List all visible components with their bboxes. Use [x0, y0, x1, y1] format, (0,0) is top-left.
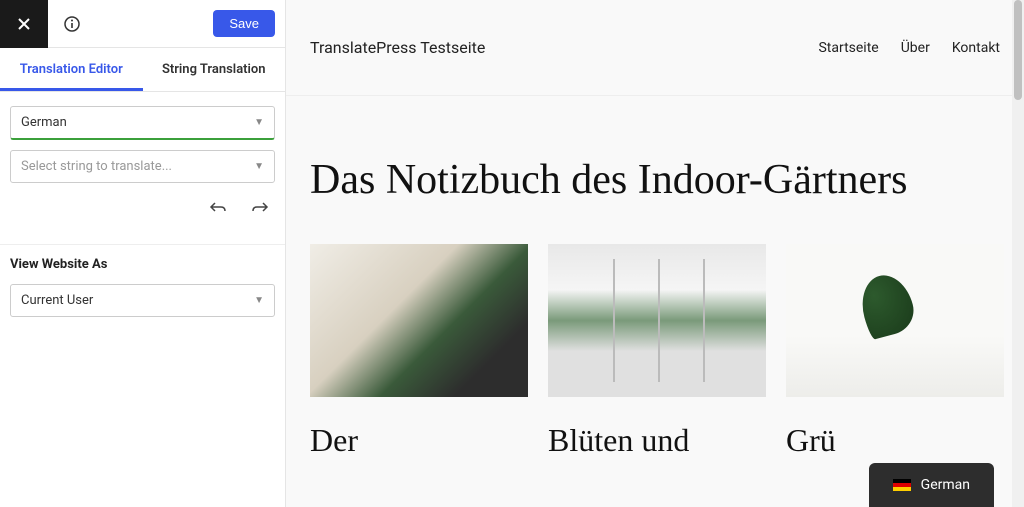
chevron-down-icon: ▼ — [254, 161, 264, 172]
next-string-button[interactable] — [251, 199, 269, 218]
view-as-select[interactable]: Current User ▼ — [10, 284, 275, 317]
close-icon — [15, 15, 33, 33]
language-select-value: German — [21, 115, 67, 130]
close-button[interactable] — [0, 0, 48, 48]
flag-germany-icon — [893, 479, 911, 491]
card-title[interactable]: Blüten und — [548, 421, 766, 459]
language-switcher-label: German — [921, 477, 970, 493]
info-icon — [63, 15, 81, 33]
string-select-placeholder: Select string to translate... — [21, 159, 172, 174]
sidebar-tabs: Translation Editor String Translation — [0, 48, 285, 92]
nav-link-about[interactable]: Über — [901, 40, 930, 56]
cards-row: Der Blüten und Grü — [286, 244, 1024, 459]
card-image[interactable] — [786, 244, 1004, 397]
tab-string-translation[interactable]: String Translation — [143, 48, 286, 91]
info-button[interactable] — [48, 0, 96, 48]
card: Der — [310, 244, 528, 459]
site-nav: Startseite Über Kontakt — [818, 40, 1000, 56]
tab-translation-editor[interactable]: Translation Editor — [0, 48, 143, 91]
scrollbar-track[interactable] — [1012, 0, 1024, 507]
chevron-down-icon: ▼ — [254, 117, 264, 128]
view-as-label: View Website As — [0, 257, 285, 272]
sidebar: Save Translation Editor String Translati… — [0, 0, 286, 507]
prev-string-button[interactable] — [209, 199, 227, 218]
string-nav-arrows — [10, 193, 275, 218]
language-switcher[interactable]: German — [869, 463, 994, 507]
save-button[interactable]: Save — [213, 10, 275, 37]
nav-link-contact[interactable]: Kontakt — [952, 40, 1000, 56]
divider — [0, 244, 285, 257]
card: Blüten und — [548, 244, 766, 459]
scrollbar-thumb[interactable] — [1014, 0, 1022, 100]
card-title[interactable]: Der — [310, 421, 528, 459]
card-image[interactable] — [548, 244, 766, 397]
card-image[interactable] — [310, 244, 528, 397]
sidebar-controls: German ▼ Select string to translate... ▼ — [0, 92, 285, 232]
preview-pane: TranslatePress Testseite Startseite Über… — [286, 0, 1024, 507]
undo-arrow-icon — [209, 200, 227, 214]
preview-header: TranslatePress Testseite Startseite Über… — [286, 0, 1024, 96]
chevron-down-icon: ▼ — [254, 295, 264, 306]
page-title[interactable]: Das Notizbuch des Indoor-Gärtners — [286, 96, 1024, 244]
redo-arrow-icon — [251, 200, 269, 214]
card-title[interactable]: Grü — [786, 421, 1004, 459]
view-as-value: Current User — [21, 293, 93, 308]
site-title[interactable]: TranslatePress Testseite — [310, 38, 485, 57]
string-select[interactable]: Select string to translate... ▼ — [10, 150, 275, 183]
card: Grü — [786, 244, 1004, 459]
sidebar-top-bar: Save — [0, 0, 285, 48]
language-select[interactable]: German ▼ — [10, 106, 275, 140]
nav-link-home[interactable]: Startseite — [818, 40, 878, 56]
